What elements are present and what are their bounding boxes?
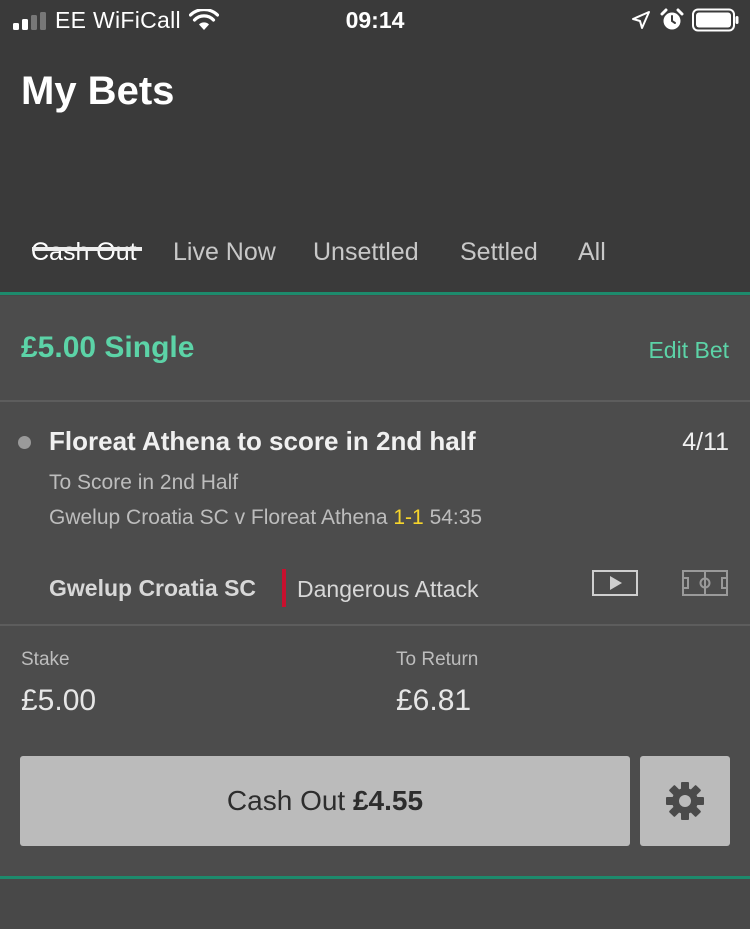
tab-unsettled[interactable]: Unsettled [313,234,419,293]
tab-cash-out[interactable]: Cash Out [31,234,137,293]
team-color-bar [282,569,286,607]
tab-settled[interactable]: Settled [460,234,538,293]
match-clock: 54:35 [429,506,483,529]
battery-icon [692,8,739,32]
page-title: My Bets [21,69,175,113]
divider [0,400,750,402]
gear-icon [666,782,704,820]
pitch-view-icon[interactable] [682,570,728,596]
location-icon [632,11,650,29]
return-label: To Return [396,649,479,670]
divider [0,624,750,626]
return-value: £6.81 [396,684,472,717]
active-tab-indicator [32,247,142,251]
live-team-name: Gwelup Croatia SC [49,575,257,601]
event-line: Gwelup Croatia SC v Floreat Athena 1-1 5… [49,506,482,530]
edit-bet-link[interactable]: Edit Bet [648,337,729,364]
live-score: 1-1 [393,506,424,529]
bet-type-heading: £5.00 Single [21,331,195,364]
live-event-text: Dangerous Attack [297,576,479,602]
alarm-icon [660,8,684,30]
tab-all[interactable]: All [578,234,606,293]
next-card-area [0,880,750,929]
selection-odds: 4/11 [682,428,729,456]
card-divider [0,876,750,879]
selection-status-dot [18,436,31,449]
stake-label: Stake [21,649,70,670]
stake-value: £5.00 [21,684,97,717]
cash-out-label: Cash Out [226,785,346,816]
event-name[interactable]: Gwelup Croatia SC v Floreat Athena [49,506,388,529]
cash-out-amount: £4.55 [352,785,424,816]
cash-out-settings-button[interactable] [640,756,730,846]
tab-bar: Cash Out Live Now Unsettled Settled All [0,190,750,266]
cash-out-button[interactable]: Cash Out £4.55 [20,756,630,846]
tab-live-now[interactable]: Live Now [173,234,276,293]
header-divider [0,292,750,295]
video-play-icon[interactable] [592,570,638,596]
market-name: To Score in 2nd Half [49,471,239,494]
status-bar: EE WiFiCall 09:14 [0,0,750,44]
selection-name: Floreat Athena to score in 2nd half [49,426,476,456]
